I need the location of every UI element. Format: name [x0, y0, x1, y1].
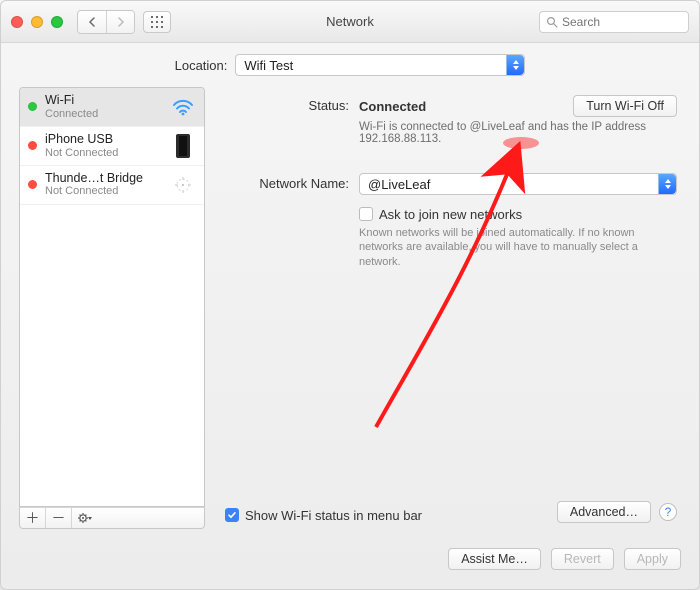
- status-label: Status:: [225, 95, 359, 113]
- service-status: Connected: [45, 108, 162, 120]
- zoom-icon[interactable]: [51, 16, 63, 28]
- location-value: Wifi Test: [244, 58, 293, 73]
- network-name-row: Network Name: @LiveLeaf Ask to join new …: [225, 173, 677, 269]
- apply-button[interactable]: Apply: [624, 548, 681, 570]
- location-label: Location:: [175, 58, 228, 73]
- status-dot-icon: [28, 102, 37, 111]
- network-name-select[interactable]: @LiveLeaf: [359, 173, 677, 195]
- location-row: Location: Wifi Test: [1, 43, 699, 87]
- service-item-thunderbolt-bridge[interactable]: Thunde…t Bridge Not Connected: [20, 166, 204, 205]
- service-name: iPhone USB: [45, 133, 162, 147]
- status-row: Status: Connected Turn Wi-Fi Off Wi-Fi i…: [225, 95, 677, 145]
- forward-button[interactable]: [106, 11, 134, 33]
- select-stepper-icon: [658, 174, 676, 194]
- content-area: Wi-Fi Connected iPhone USB Not Connected: [1, 87, 699, 541]
- close-icon[interactable]: [11, 16, 23, 28]
- thunderbolt-icon: [170, 175, 196, 195]
- show-all-button[interactable]: [143, 11, 171, 33]
- service-actions-button[interactable]: [72, 508, 98, 528]
- service-name: Wi-Fi: [45, 94, 162, 108]
- ask-to-join-checkbox[interactable]: Ask to join new networks: [359, 207, 677, 222]
- ask-to-join-label: Ask to join new networks: [379, 207, 522, 222]
- service-item-wifi[interactable]: Wi-Fi Connected: [20, 88, 204, 127]
- location-select[interactable]: Wifi Test: [235, 54, 525, 76]
- add-service-button[interactable]: ＋: [20, 508, 46, 528]
- ask-to-join-help: Known networks will be joined automatica…: [359, 226, 677, 269]
- service-name: Thunde…t Bridge: [45, 172, 162, 186]
- minimize-icon[interactable]: [31, 16, 43, 28]
- search-input[interactable]: [562, 15, 682, 29]
- chevron-left-icon: [88, 17, 96, 27]
- minus-icon: －: [52, 508, 66, 528]
- service-list[interactable]: Wi-Fi Connected iPhone USB Not Connected: [19, 87, 205, 507]
- grid-icon: [151, 16, 163, 28]
- turn-wifi-off-button[interactable]: Turn Wi-Fi Off: [573, 95, 677, 117]
- service-toolbar: ＋ －: [19, 507, 205, 529]
- footer-buttons: Assist Me… Revert Apply: [1, 541, 699, 589]
- help-icon: ?: [665, 505, 672, 519]
- status-dot-icon: [28, 180, 37, 189]
- service-status: Not Connected: [45, 185, 162, 197]
- checkbox-icon: [359, 207, 373, 221]
- back-button[interactable]: [78, 11, 106, 33]
- service-item-iphone-usb[interactable]: iPhone USB Not Connected: [20, 127, 204, 166]
- titlebar: Network: [1, 1, 699, 43]
- traffic-lights: [11, 16, 63, 28]
- revert-button[interactable]: Revert: [551, 548, 614, 570]
- service-status: Not Connected: [45, 147, 162, 159]
- help-button[interactable]: ?: [659, 503, 677, 521]
- plus-icon: ＋: [26, 508, 40, 528]
- network-name-label: Network Name:: [225, 173, 359, 191]
- phone-icon: [170, 134, 196, 158]
- gear-icon: [77, 512, 93, 524]
- status-description: Wi-Fi is connected to @LiveLeaf and has …: [359, 121, 677, 145]
- search-icon: [546, 16, 558, 28]
- status-dot-icon: [28, 141, 37, 150]
- network-preferences-window: Network Location: Wifi Test Wi-Fi Connec…: [0, 0, 700, 590]
- chevron-right-icon: [117, 17, 125, 27]
- search-field[interactable]: [539, 11, 689, 33]
- select-stepper-icon: [506, 55, 524, 75]
- wifi-icon: [170, 98, 196, 116]
- show-status-menubar-checkbox[interactable]: Show Wi-Fi status in menu bar: [225, 508, 422, 523]
- status-value: Connected: [359, 99, 426, 114]
- detail-pane: Status: Connected Turn Wi-Fi Off Wi-Fi i…: [221, 87, 681, 529]
- show-status-menubar-label: Show Wi-Fi status in menu bar: [245, 508, 422, 523]
- detail-bottom-row: Show Wi-Fi status in menu bar Advanced… …: [225, 501, 677, 523]
- nav-segmented: [77, 10, 135, 34]
- service-sidebar: Wi-Fi Connected iPhone USB Not Connected: [19, 87, 205, 529]
- advanced-button[interactable]: Advanced…: [557, 501, 651, 523]
- assist-me-button[interactable]: Assist Me…: [448, 548, 541, 570]
- checkbox-checked-icon: [225, 508, 239, 522]
- remove-service-button[interactable]: －: [46, 508, 72, 528]
- network-name-value: @LiveLeaf: [368, 177, 430, 192]
